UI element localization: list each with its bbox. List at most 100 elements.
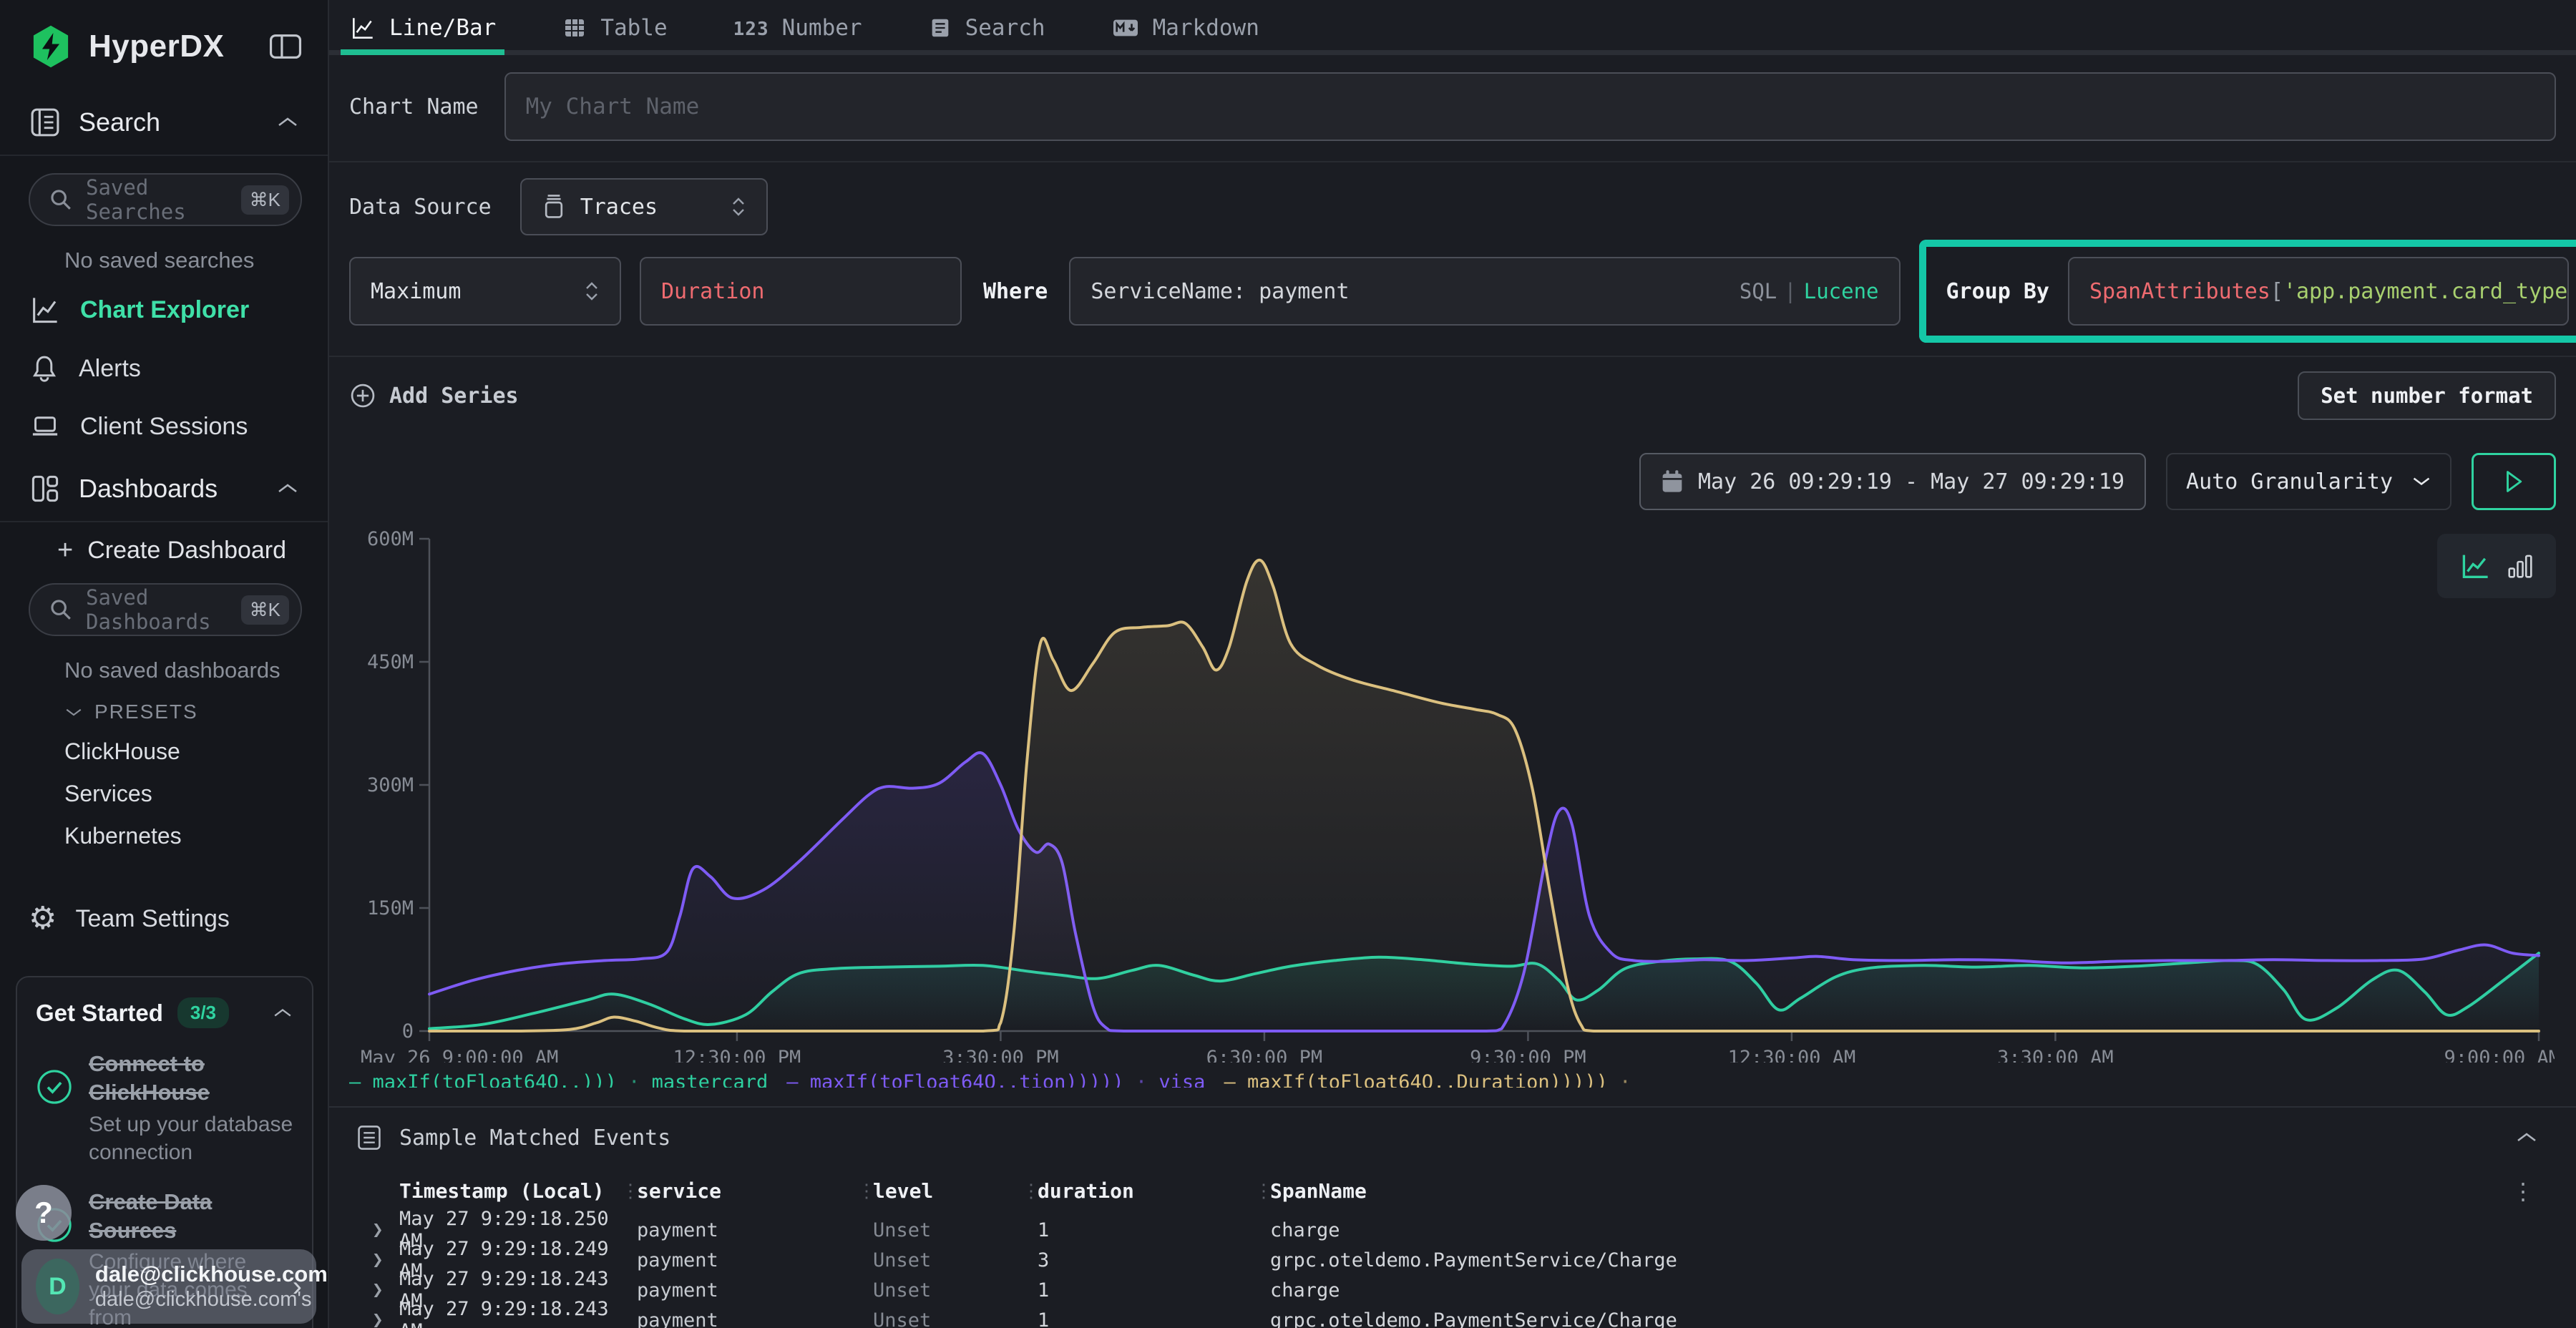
hyperdx-logo-icon [29,24,73,69]
sidebar-item-client-sessions[interactable]: Client Sessions [0,398,328,455]
markdown-icon [1111,16,1140,40]
legend-entry[interactable]: — maxIf(toFloat64O..))) · mastercard [349,1071,768,1088]
table-row[interactable]: ❯May 27 9:29:18.249 AMpaymentUnset3grpc.… [372,1238,2556,1268]
user-menu[interactable]: D dale@clickhouse.com dale@clickhouse.co… [21,1249,316,1324]
sidebar-section-dashboards[interactable]: Dashboards [0,455,328,521]
tab-label: Search [965,15,1045,41]
svg-text:3:30:00 AM: 3:30:00 AM [1997,1047,2114,1063]
sidebar: HyperDX Search Saved Searches ⌘K No save… [0,0,329,1328]
chevron-down-icon [64,706,83,718]
sidebar-item-label: Chart Explorer [80,296,249,324]
svg-text:6:30:00 PM: 6:30:00 PM [1206,1047,1323,1063]
search-icon [49,597,73,622]
column-header[interactable]: SpanName [1270,1179,2556,1203]
chevron-up-icon[interactable] [272,1007,293,1020]
cell-duration: 3 [1038,1249,1270,1271]
column-header[interactable]: Timestamp (Local) [399,1179,637,1203]
saved-dashboards-input[interactable]: Saved Dashboards ⌘K [29,583,302,636]
granularity-select[interactable]: Auto Granularity [2166,453,2451,510]
tab-number[interactable]: 123Number [733,0,862,55]
tab-markdown[interactable]: Markdown [1111,0,1259,55]
preset-item-kubernetes[interactable]: Kubernetes [0,815,328,857]
sidebar-item-label: Team Settings [75,905,229,933]
help-button[interactable]: ? [16,1185,72,1241]
chart-controls-row: May 26 09:29:19 - May 27 09:29:19 Auto G… [349,453,2556,510]
chevron-down-icon [2411,475,2431,488]
data-source-value: Traces [580,195,716,220]
collapse-sidebar-icon[interactable] [269,32,302,61]
plus-icon: + [57,535,73,566]
query-language-toggle[interactable]: SQL|Lucene [1740,279,1879,303]
shortcut-badge: ⌘K [241,595,289,625]
tab-label: Table [600,15,667,41]
cell-duration: 1 [1038,1279,1270,1302]
aggregation-select[interactable]: Maximum [349,257,621,326]
column-header[interactable]: duration [1038,1179,1270,1203]
cell-level: Unset [873,1279,1038,1302]
table-row[interactable]: ❯May 27 9:29:18.243 AMpaymentUnset1charg… [372,1268,2556,1298]
no-saved-searches-text: No saved searches [0,240,328,280]
sidebar-item-chart-explorer[interactable]: Chart Explorer [0,280,328,339]
where-input[interactable]: ServiceName: payment SQL|Lucene [1069,257,1900,326]
chevron-up-icon[interactable] [2514,1131,2539,1145]
cell-duration: 1 [1038,1309,1270,1328]
cell-spanname: grpc.oteldemo.PaymentService/Charge [1270,1309,2556,1328]
presets-label: PRESETS [94,700,198,723]
lucene-option[interactable]: Lucene [1804,279,1879,303]
no-saved-dashboards-text: No saved dashboards [0,650,328,690]
bar-chart-icon[interactable] [2507,552,2534,580]
field-input[interactable]: Duration [640,257,962,326]
series-actions-row: Add Series Set number format [349,371,2556,420]
svg-text:12:30:00 AM: 12:30:00 AM [1728,1047,1856,1063]
expand-row-icon[interactable]: ❯ [372,1219,399,1241]
legend-entry[interactable]: — maxIf(toFloat64O..tion))))) · visa [786,1071,1205,1088]
laptop-icon [29,411,62,442]
expand-row-icon[interactable]: ❯ [372,1279,399,1301]
tab-line-bar[interactable]: Line/Bar [349,0,496,55]
list-icon [355,1123,384,1152]
main-panel: Line/BarTable123NumberSearchMarkdown Cha… [329,0,2576,1328]
svg-text:9:00:00 AM: 9:00:00 AM [2444,1047,2555,1063]
cell-spanname: charge [1270,1219,2556,1241]
table-row[interactable]: ❯May 27 9:29:18.243 AMpaymentUnset1grpc.… [372,1298,2556,1328]
timeseries-chart[interactable]: 0150M300M450M600MMay 26 9:00:00 AM12:30:… [349,529,2556,1063]
saved-searches-placeholder: Saved Searches [86,175,228,224]
add-series-button[interactable]: Add Series [349,382,519,409]
create-dashboard-button[interactable]: + Create Dashboard [0,522,328,579]
chart-display-toggle[interactable] [2437,534,2556,598]
dashboards-icon [29,472,62,505]
presets-toggle[interactable]: PRESETS [0,690,328,731]
group-by-input[interactable]: SpanAttributes['app.payment.card_type'] [2068,257,2569,326]
data-source-select[interactable]: Traces [520,178,768,235]
expand-row-icon[interactable]: ❯ [372,1309,399,1328]
tab-search[interactable]: Search [928,0,1045,55]
column-header[interactable]: level [873,1179,1038,1203]
line-chart-icon[interactable] [2459,550,2492,582]
run-query-button[interactable] [2472,453,2556,510]
legend-entry[interactable]: — maxIf(toFloat64O..Duration))))) · [1224,1071,1631,1088]
preset-item-clickhouse[interactable]: ClickHouse [0,731,328,773]
column-header[interactable]: service [637,1179,873,1203]
sidebar-item-team-settings[interactable]: ⚙ Team Settings [0,890,328,947]
preset-item-services[interactable]: Services [0,773,328,815]
saved-searches-input[interactable]: Saved Searches ⌘K [29,173,302,226]
chart-name-input[interactable] [526,94,2534,119]
select-chevrons-icon [584,280,600,303]
search-section-icon [29,106,62,139]
divider [329,161,2576,162]
date-range-picker[interactable]: May 26 09:29:19 - May 27 09:29:19 [1639,453,2146,510]
sidebar-item-alerts[interactable]: Alerts [0,339,328,398]
svg-text:600M: 600M [367,529,414,550]
sidebar-section-search[interactable]: Search [0,90,328,155]
saved-dashboards-placeholder: Saved Dashboards [86,585,228,634]
search-icon [928,15,952,41]
step-title: Create Data Sources [89,1188,293,1246]
table-row[interactable]: ❯May 27 9:29:18.250 AMpaymentUnset1charg… [372,1208,2556,1238]
sql-option[interactable]: SQL [1740,279,1777,303]
expand-row-icon[interactable]: ❯ [372,1249,399,1271]
tab-table[interactable]: Table [562,0,667,55]
data-source-label: Data Source [349,195,492,220]
number-icon: 123 [733,15,769,41]
set-number-format-button[interactable]: Set number format [2298,371,2556,420]
get-started-step[interactable]: Connect to ClickHouseSet up your databas… [36,1050,293,1166]
